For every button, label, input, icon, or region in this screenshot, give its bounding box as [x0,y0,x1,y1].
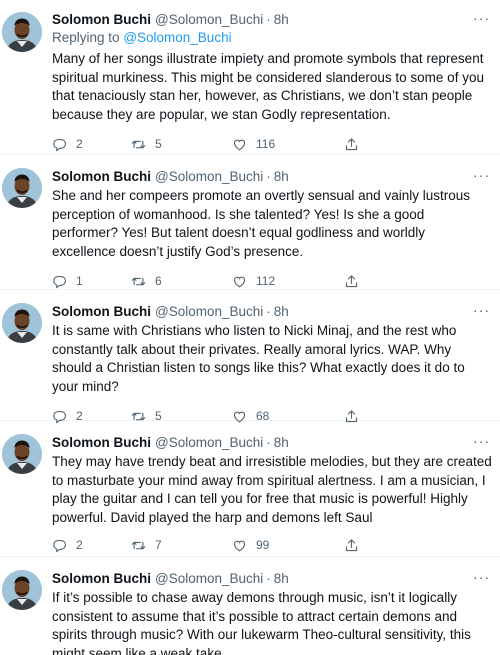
retweet-icon [131,538,146,553]
share-icon [344,538,359,553]
more-options-icon[interactable]: ··· [473,167,490,183]
tweet-text: She and her compeers promote an overtly … [52,188,470,259]
replying-to: Replying to @Solomon_Buchi [52,30,492,48]
timestamp[interactable]: 8h [274,435,289,450]
separator-dot: · [266,434,271,450]
more-options-icon[interactable]: ··· [473,10,490,26]
tweet-header: Solomon Buchi @Solomon_Buchi · 8h ··· [52,302,492,320]
like-button[interactable]: 99 [232,538,344,553]
tweet-header: Solomon Buchi @Solomon_Buchi · 8h ··· [52,433,492,451]
retweet-button[interactable]: 7 [131,538,232,553]
reply-button[interactable]: 2 [52,538,131,553]
more-options-icon[interactable]: ··· [473,569,490,585]
replying-to-link[interactable]: @Solomon_Buchi [123,30,231,45]
heart-icon [232,538,247,553]
heart-icon [232,274,247,289]
author-name[interactable]: Solomon Buchi [52,169,151,184]
reply-count: 2 [76,538,83,552]
avatar[interactable] [2,12,42,52]
retweet-count: 5 [155,137,162,151]
share-button[interactable] [344,274,359,289]
tweet[interactable]: Solomon Buchi @Solomon_Buchi · 8h ··· Th… [0,421,500,557]
reply-count: 1 [76,274,83,288]
tweet-text: It is same with Christians who listen to… [52,323,465,394]
retweet-icon [131,137,146,152]
tweet-actions: 1 6 112 [52,271,492,291]
timestamp[interactable]: 8h [274,571,289,586]
tweet-actions: 2 7 99 [52,535,492,555]
reply-icon [52,538,67,553]
separator-dot: · [266,303,271,319]
retweet-button[interactable]: 5 [131,137,232,152]
tweet-text: They may have trendy beat and irresistib… [52,454,492,525]
avatar[interactable] [2,303,42,343]
like-count: 99 [256,538,270,552]
retweet-count: 7 [155,538,162,552]
reply-icon [52,137,67,152]
tweet[interactable]: Solomon Buchi @Solomon_Buchi · 8h ··· Sh… [0,155,500,290]
like-button[interactable]: 112 [232,274,344,289]
tweet-header: Solomon Buchi @Solomon_Buchi · 8h ··· [52,10,492,28]
tweet-text: If it’s possible to chase away demons th… [52,590,471,655]
tweet-actions: 2 5 116 [52,134,492,154]
heart-icon [232,137,247,152]
author-name[interactable]: Solomon Buchi [52,571,151,586]
author-name[interactable]: Solomon Buchi [52,304,151,319]
author-handle[interactable]: @Solomon_Buchi [155,304,263,319]
timestamp[interactable]: 8h [274,12,289,27]
separator-dot: · [266,168,271,184]
author-handle[interactable]: @Solomon_Buchi [155,12,263,27]
share-icon [344,274,359,289]
author-name[interactable]: Solomon Buchi [52,12,151,27]
thread-timeline: Solomon Buchi @Solomon_Buchi · 8h ··· Re… [0,0,500,655]
avatar[interactable] [2,570,42,610]
separator-dot: · [266,570,271,586]
separator-dot: · [266,11,271,27]
tweet-header: Solomon Buchi @Solomon_Buchi · 8h ··· [52,167,492,185]
retweet-count: 6 [155,274,162,288]
tweet[interactable]: Solomon Buchi @Solomon_Buchi · 8h ··· It… [0,290,500,423]
reply-button[interactable]: 2 [52,137,131,152]
like-count: 116 [256,137,276,151]
retweet-icon [131,274,146,289]
reply-count: 2 [76,137,83,151]
tweet[interactable]: Solomon Buchi @Solomon_Buchi · 8h ··· Re… [0,0,500,155]
replying-to-label: Replying to [52,30,120,45]
more-options-icon[interactable]: ··· [473,433,490,449]
tweet-header: Solomon Buchi @Solomon_Buchi · 8h ··· [52,569,492,587]
like-count: 112 [256,274,276,288]
reply-icon [52,274,67,289]
retweet-button[interactable]: 6 [131,274,232,289]
author-handle[interactable]: @Solomon_Buchi [155,435,263,450]
author-name[interactable]: Solomon Buchi [52,435,151,450]
share-icon [344,137,359,152]
more-options-icon[interactable]: ··· [473,302,490,318]
author-handle[interactable]: @Solomon_Buchi [155,571,263,586]
avatar[interactable] [2,168,42,208]
share-button[interactable] [344,137,359,152]
timestamp[interactable]: 8h [274,169,289,184]
share-button[interactable] [344,538,359,553]
avatar[interactable] [2,434,42,474]
timestamp[interactable]: 8h [274,304,289,319]
tweet-text: Many of her songs illustrate impiety and… [52,51,484,122]
reply-button[interactable]: 1 [52,274,131,289]
like-button[interactable]: 116 [232,137,344,152]
tweet[interactable]: Solomon Buchi @Solomon_Buchi · 8h ··· If… [0,557,500,655]
author-handle[interactable]: @Solomon_Buchi [155,169,263,184]
